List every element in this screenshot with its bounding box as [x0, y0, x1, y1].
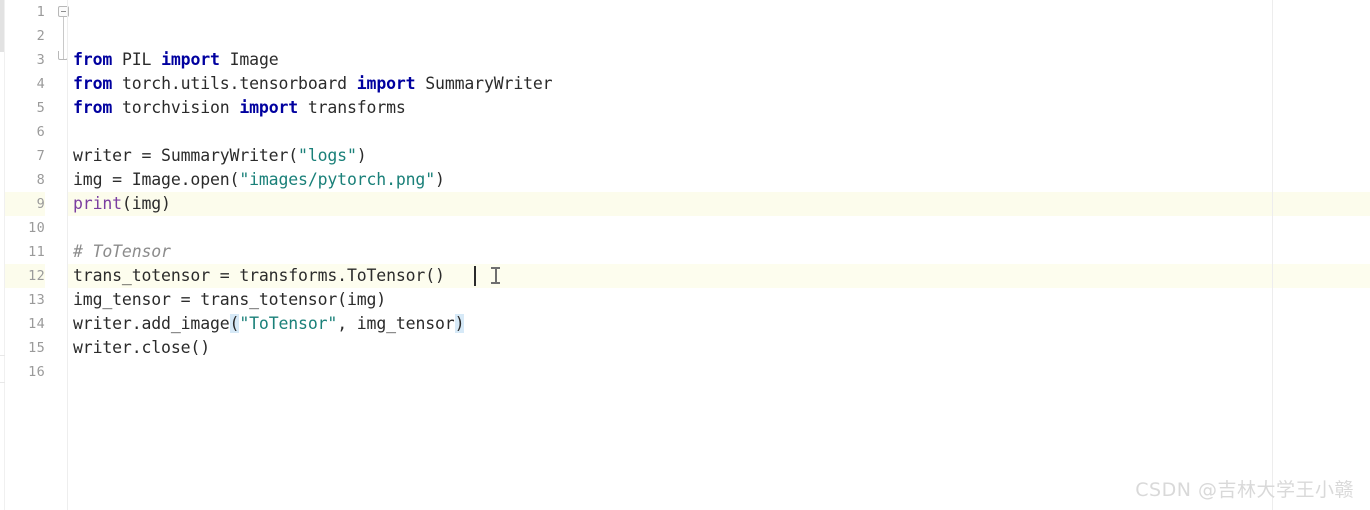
code-editor[interactable]: 1 2 3 4 5 6 7 8 9 10 11 12 13 14 15 16 f… — [0, 0, 1370, 510]
text-caret — [474, 266, 476, 286]
bracket-match-close: ) — [454, 314, 465, 333]
line-number: 3 — [36, 52, 45, 68]
line-number: 10 — [28, 220, 45, 236]
line-number: 4 — [36, 76, 45, 92]
minus-glyph — [61, 11, 66, 12]
mouse-ibeam-cursor — [491, 266, 500, 285]
code-line[interactable] — [68, 168, 127, 192]
line-number: 12 — [5, 264, 45, 288]
code-line[interactable]: img = Image.open("images/pytorch.png") — [68, 120, 445, 189]
line-number: 8 — [36, 172, 45, 188]
scrollbar-thumb[interactable] — [0, 0, 4, 52]
code-content[interactable]: from PIL import Image from torch.utils.t… — [68, 0, 1370, 510]
line-number: 5 — [36, 100, 45, 116]
line-number: 14 — [28, 316, 45, 332]
ibeam-stem — [495, 268, 497, 283]
line-number: 2 — [36, 28, 45, 44]
code-line[interactable]: print(img) — [68, 144, 171, 213]
line-number: 1 — [36, 4, 45, 20]
bracket-match-open: ( — [229, 314, 240, 333]
code-line[interactable] — [68, 360, 83, 384]
line-number: 13 — [28, 292, 45, 308]
code-line[interactable]: img_tensor = trans_totensor(img) — [68, 240, 386, 309]
code-line[interactable]: from torchvision import transforms — [68, 48, 406, 117]
right-margin-guide — [1272, 0, 1273, 510]
ibeam-bottom-cap — [491, 282, 500, 284]
watermark-text: CSDN @吉林大学王小赣 — [1135, 479, 1354, 501]
line-number: 6 — [36, 124, 45, 140]
line-number: 7 — [36, 148, 45, 164]
code-line[interactable]: # ToTensor — [68, 192, 171, 261]
line-number: 15 — [28, 340, 45, 356]
line-number: 16 — [28, 364, 45, 380]
code-line[interactable]: writer.add_image("ToTensor", img_tensor) — [68, 264, 465, 333]
code-line[interactable]: from PIL import Image — [68, 0, 279, 69]
editor-gutter[interactable]: 1 2 3 4 5 6 7 8 9 10 11 12 13 14 15 16 — [5, 0, 69, 510]
line-number: 11 — [28, 244, 45, 260]
code-line[interactable]: writer.close() — [68, 288, 210, 357]
code-line[interactable] — [68, 72, 127, 96]
csdn-watermark: CSDN @吉林大学王小赣 — [1135, 475, 1354, 502]
code-line[interactable]: from torch.utils.tensorboard import Summ… — [68, 24, 553, 93]
code-line[interactable] — [68, 336, 83, 360]
code-line[interactable]: writer = SummaryWriter("logs") — [68, 96, 367, 165]
line-number: 9 — [5, 192, 45, 216]
code-line[interactable] — [68, 312, 83, 336]
code-line[interactable]: trans_totensor = transforms.ToTensor() — [68, 216, 445, 285]
